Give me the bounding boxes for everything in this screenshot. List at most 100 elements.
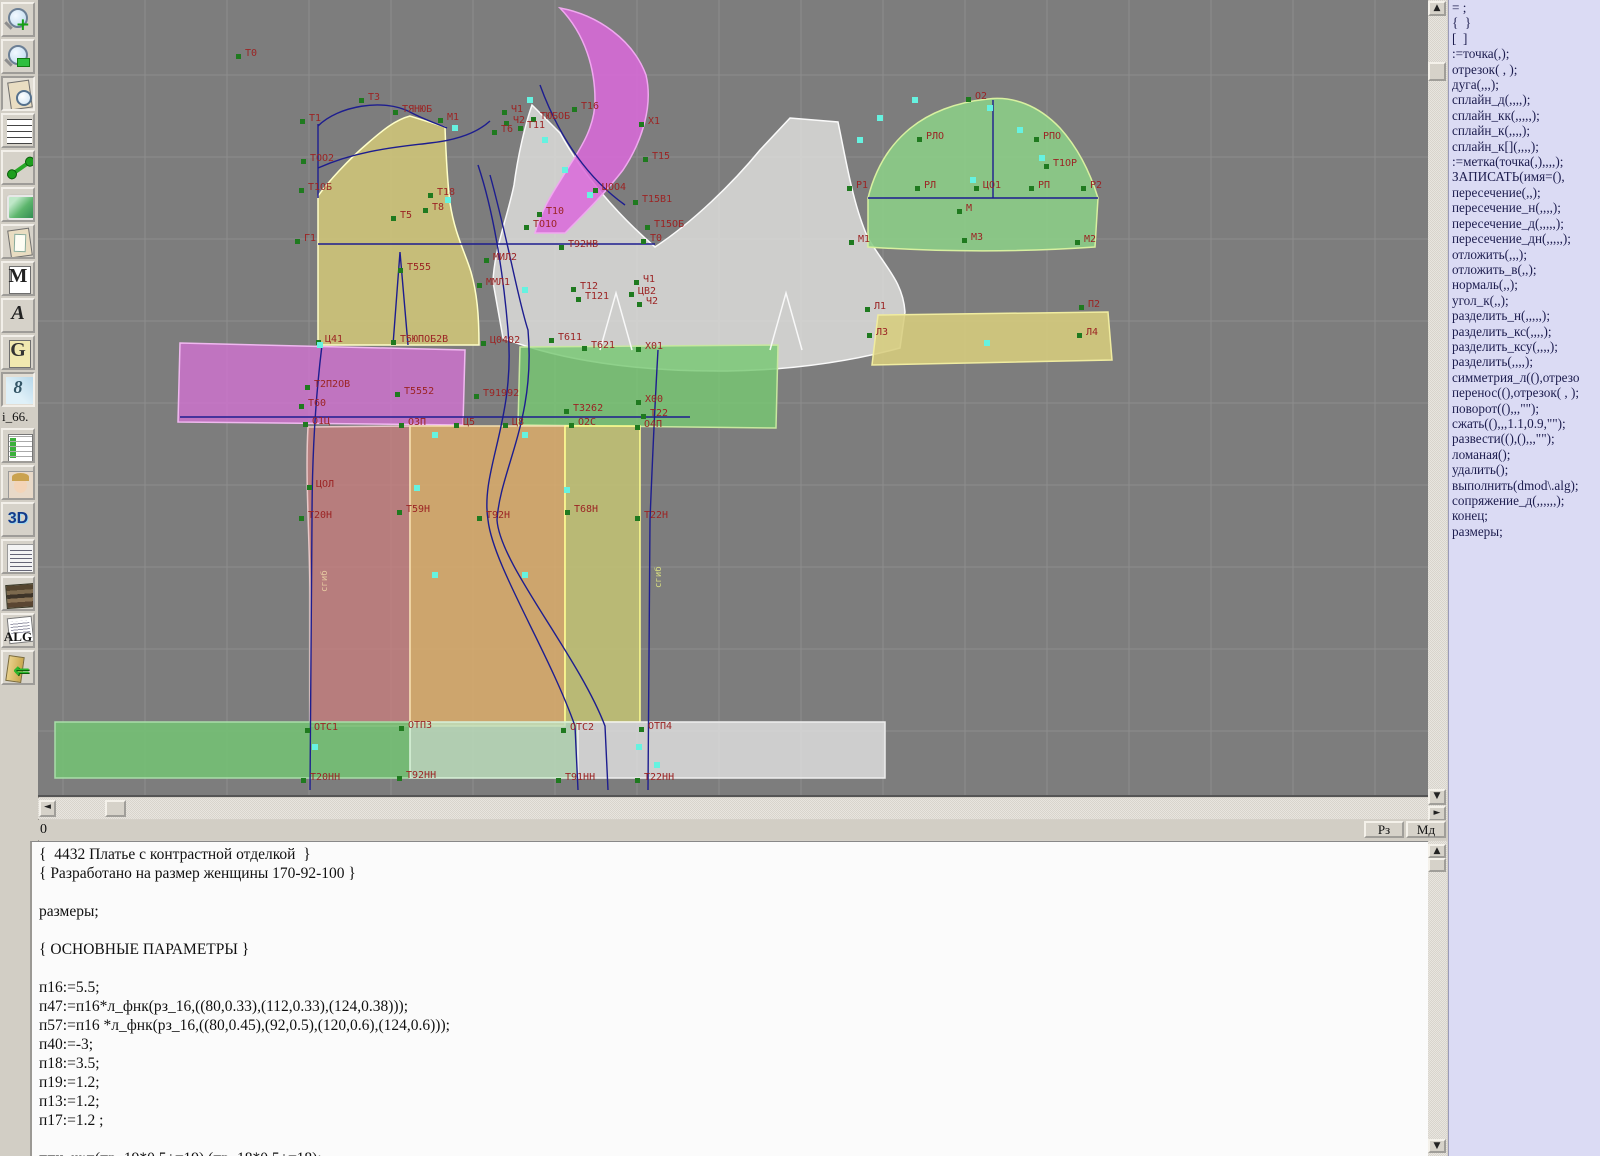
command-item[interactable]: сжать((),,,1.1,0.9,"");: [1449, 416, 1600, 431]
command-item[interactable]: отложить_в(,,);: [1449, 262, 1600, 277]
ruler-button[interactable]: 8: [1, 372, 35, 407]
marker-button[interactable]: M: [1, 261, 35, 296]
command-item[interactable]: разделить(,,,,);: [1449, 354, 1600, 369]
command-item[interactable]: сопряжение_д(,,,,,,);: [1449, 493, 1600, 508]
command-item[interactable]: дуга(,,,);: [1449, 77, 1600, 92]
command-item[interactable]: удалить();: [1449, 462, 1600, 477]
scroll-up-button[interactable]: ▲: [1428, 1, 1446, 16]
editor-scroll-up-button[interactable]: ▲: [1428, 844, 1446, 858]
measure-button[interactable]: [1, 150, 35, 185]
point-label: М2: [1084, 234, 1096, 245]
command-item[interactable]: выполнить(dmod\.alg);: [1449, 478, 1600, 493]
model-photo-button[interactable]: [1, 465, 35, 500]
grid-button[interactable]: [1, 113, 35, 148]
command-item[interactable]: :=метка(точка(,),,,,);: [1449, 154, 1600, 169]
drafting-button[interactable]: A: [1, 298, 35, 333]
point-label: Т68Н: [574, 504, 598, 515]
point-label: МИЛ2: [493, 252, 517, 263]
a-letter-icon: A: [3, 302, 33, 325]
algorithm-editor[interactable]: { 4432 Платье с контрастной отделкой }{ …: [30, 841, 1430, 1156]
command-item[interactable]: отложить(,,,);: [1449, 247, 1600, 262]
view-3d-button[interactable]: 3D: [1, 502, 35, 537]
point-label: П2: [1088, 299, 1100, 310]
canvas-vscroll-thumb[interactable]: [1428, 62, 1446, 81]
pattern-canvas[interactable]: Т0Т3Т1ТЯНЮБМ1ТОО2Т1ОБТ18Т8Т5Г1Т555Ч1Ч2Т6…: [38, 0, 1428, 797]
plus-glyph: +: [16, 17, 30, 34]
command-item[interactable]: сплайн_к(,,,,);: [1449, 123, 1600, 138]
exit-button[interactable]: ⇐: [1, 650, 35, 685]
command-item[interactable]: угол_к(,,);: [1449, 293, 1600, 308]
zoom-window-button[interactable]: [1, 39, 35, 74]
command-item[interactable]: отрезок( , );: [1449, 62, 1600, 77]
green-rect-glyph: [17, 58, 30, 67]
preview-pattern-button[interactable]: [1, 76, 35, 111]
command-item[interactable]: пересечение_н(,,,,);: [1449, 200, 1600, 215]
archive-button[interactable]: [1, 576, 35, 611]
editor-line: п13:=1.2;: [39, 1092, 1430, 1111]
command-item[interactable]: сплайн_кк(,,,,,);: [1449, 108, 1600, 123]
command-item[interactable]: разделить_кс(,,,,);: [1449, 324, 1600, 339]
editor-vertical-scrollbar[interactable]: ▲ ▼: [1428, 841, 1447, 1156]
command-item[interactable]: сплайн_к[](,,,,);: [1449, 139, 1600, 154]
zoom-in-button[interactable]: +: [1, 2, 35, 37]
point-label: ОТПЗ: [408, 720, 432, 731]
books-icon: [5, 583, 35, 609]
fold-label: сгиб: [654, 566, 664, 588]
point-label: Х01: [645, 341, 663, 352]
rz-button[interactable]: Рз: [1364, 821, 1404, 838]
command-item[interactable]: развести((),(),,,"");: [1449, 431, 1600, 446]
image-button[interactable]: [1, 187, 35, 222]
spec-list-button[interactable]: [1, 539, 35, 574]
canvas-hscroll-thumb[interactable]: [105, 800, 126, 817]
point-label: ТО1О: [533, 219, 557, 230]
command-item[interactable]: = ;: [1449, 0, 1600, 15]
scroll-up-icon: ▲: [1434, 3, 1441, 13]
canvas-horizontal-scrollbar[interactable]: ◄: [38, 798, 1428, 819]
command-item[interactable]: пересечение(,,);: [1449, 185, 1600, 200]
scroll-right-button[interactable]: ►: [1428, 806, 1446, 821]
document-icon: [7, 228, 33, 259]
command-item[interactable]: разделить_н(,,,,,);: [1449, 308, 1600, 323]
point-label: Т91992: [483, 388, 519, 399]
md-button[interactable]: Мд: [1406, 821, 1446, 838]
point-label: Г1: [304, 233, 316, 244]
point-label: Т59Н: [406, 504, 430, 515]
command-item[interactable]: ломаная();: [1449, 447, 1600, 462]
graphics-button[interactable]: G: [1, 335, 35, 370]
point-label: Т121: [585, 291, 609, 302]
point-label: РП: [1038, 180, 1050, 191]
command-item[interactable]: перенос((),отрезок( , );: [1449, 385, 1600, 400]
command-item[interactable]: симметрия_л((),отрезо: [1449, 370, 1600, 385]
command-item[interactable]: разделить_ксу(,,,,);: [1449, 339, 1600, 354]
pattern-piece-button[interactable]: [1, 224, 35, 259]
command-item[interactable]: ЗАПИСАТЬ(имя=(),: [1449, 169, 1600, 184]
command-item[interactable]: конец;: [1449, 508, 1600, 523]
command-item[interactable]: сплайн_д(,,,,);: [1449, 92, 1600, 107]
command-item[interactable]: пересечение_дн(,,,,,);: [1449, 231, 1600, 246]
status-row: 0 Рз Мд: [0, 820, 1448, 840]
point-label: Т22Н: [644, 510, 668, 521]
command-item[interactable]: :=точка(,);: [1449, 46, 1600, 61]
segment-icon: [10, 159, 32, 176]
command-item[interactable]: пересечение_д(,,,,,);: [1449, 216, 1600, 231]
file-name-label: i_66.: [0, 409, 40, 425]
table-button[interactable]: [1, 428, 35, 463]
command-item[interactable]: { }: [1449, 15, 1600, 30]
algorithm-button[interactable]: ALG: [1, 613, 35, 648]
command-item[interactable]: [ ]: [1449, 31, 1600, 46]
canvas-vertical-scrollbar[interactable]: ▲ ▼ ►: [1428, 0, 1447, 822]
command-item[interactable]: поворот((),,,"");: [1449, 401, 1600, 416]
editor-scroll-down-button[interactable]: ▼: [1428, 1139, 1446, 1153]
point-label: Т5ЮПОБ2В: [400, 334, 448, 345]
point-label: О3П: [408, 417, 426, 428]
point-label: Ц5: [463, 417, 475, 428]
command-item[interactable]: размеры;: [1449, 524, 1600, 539]
point-label: ММЛ1: [486, 277, 510, 288]
command-item[interactable]: нормаль(,,);: [1449, 277, 1600, 292]
editor-line: п40:=-3;: [39, 1035, 1430, 1054]
scroll-left-button[interactable]: ◄: [39, 800, 56, 817]
point-label: ТЮБОБ: [540, 111, 570, 122]
editor-vscroll-thumb[interactable]: [1428, 858, 1446, 872]
editor-line: [39, 883, 1430, 902]
scroll-down-button[interactable]: ▼: [1428, 789, 1446, 805]
